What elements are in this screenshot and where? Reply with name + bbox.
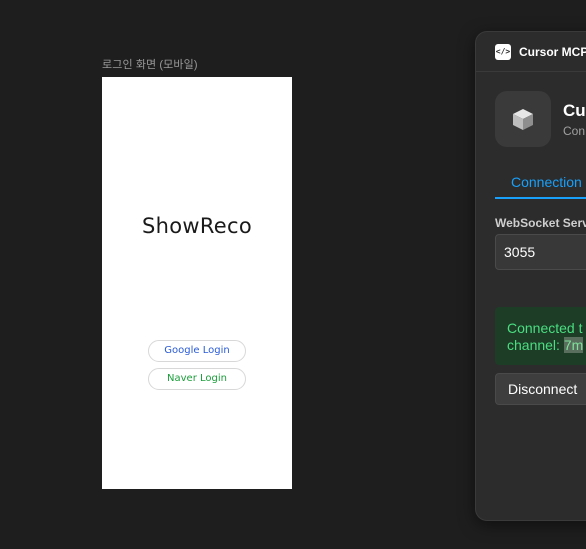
google-login-button[interactable]: Google Login bbox=[148, 340, 246, 362]
app-subtitle: Con bbox=[563, 124, 586, 138]
status-text: Connected t bbox=[507, 320, 583, 336]
connection-status-box: Connected t channel: 7m bbox=[495, 307, 586, 365]
status-channel-line: channel: 7m bbox=[507, 337, 584, 353]
cube-icon bbox=[495, 91, 551, 147]
websocket-port-label: WebSocket Serv bbox=[495, 216, 586, 230]
disconnect-button[interactable]: Disconnect bbox=[495, 373, 586, 405]
plugin-header[interactable]: </> Cursor MCP bbox=[476, 32, 586, 72]
app-name: Cur bbox=[563, 101, 586, 120]
channel-id[interactable]: 7m bbox=[563, 337, 584, 353]
plugin-title: Cursor MCP bbox=[519, 45, 586, 59]
channel-label: channel: bbox=[507, 337, 564, 353]
tab-connection-label: Connection bbox=[511, 174, 582, 190]
naver-login-button[interactable]: Naver Login bbox=[148, 368, 246, 390]
cursor-mcp-plugin-window: </> Cursor MCP Cur Con Connection WebSoc… bbox=[475, 31, 586, 521]
code-icon: </> bbox=[495, 44, 511, 60]
figma-canvas: 로그인 화면 (모바일) ShowReco Google Login Naver… bbox=[0, 0, 586, 549]
app-title: ShowReco bbox=[141, 214, 253, 238]
port-input[interactable]: 3055 bbox=[495, 234, 586, 270]
mobile-login-frame[interactable]: ShowReco Google Login Naver Login bbox=[102, 77, 292, 489]
tab-connection[interactable]: Connection bbox=[495, 164, 586, 199]
frame-label[interactable]: 로그인 화면 (모바일) bbox=[102, 56, 198, 72]
